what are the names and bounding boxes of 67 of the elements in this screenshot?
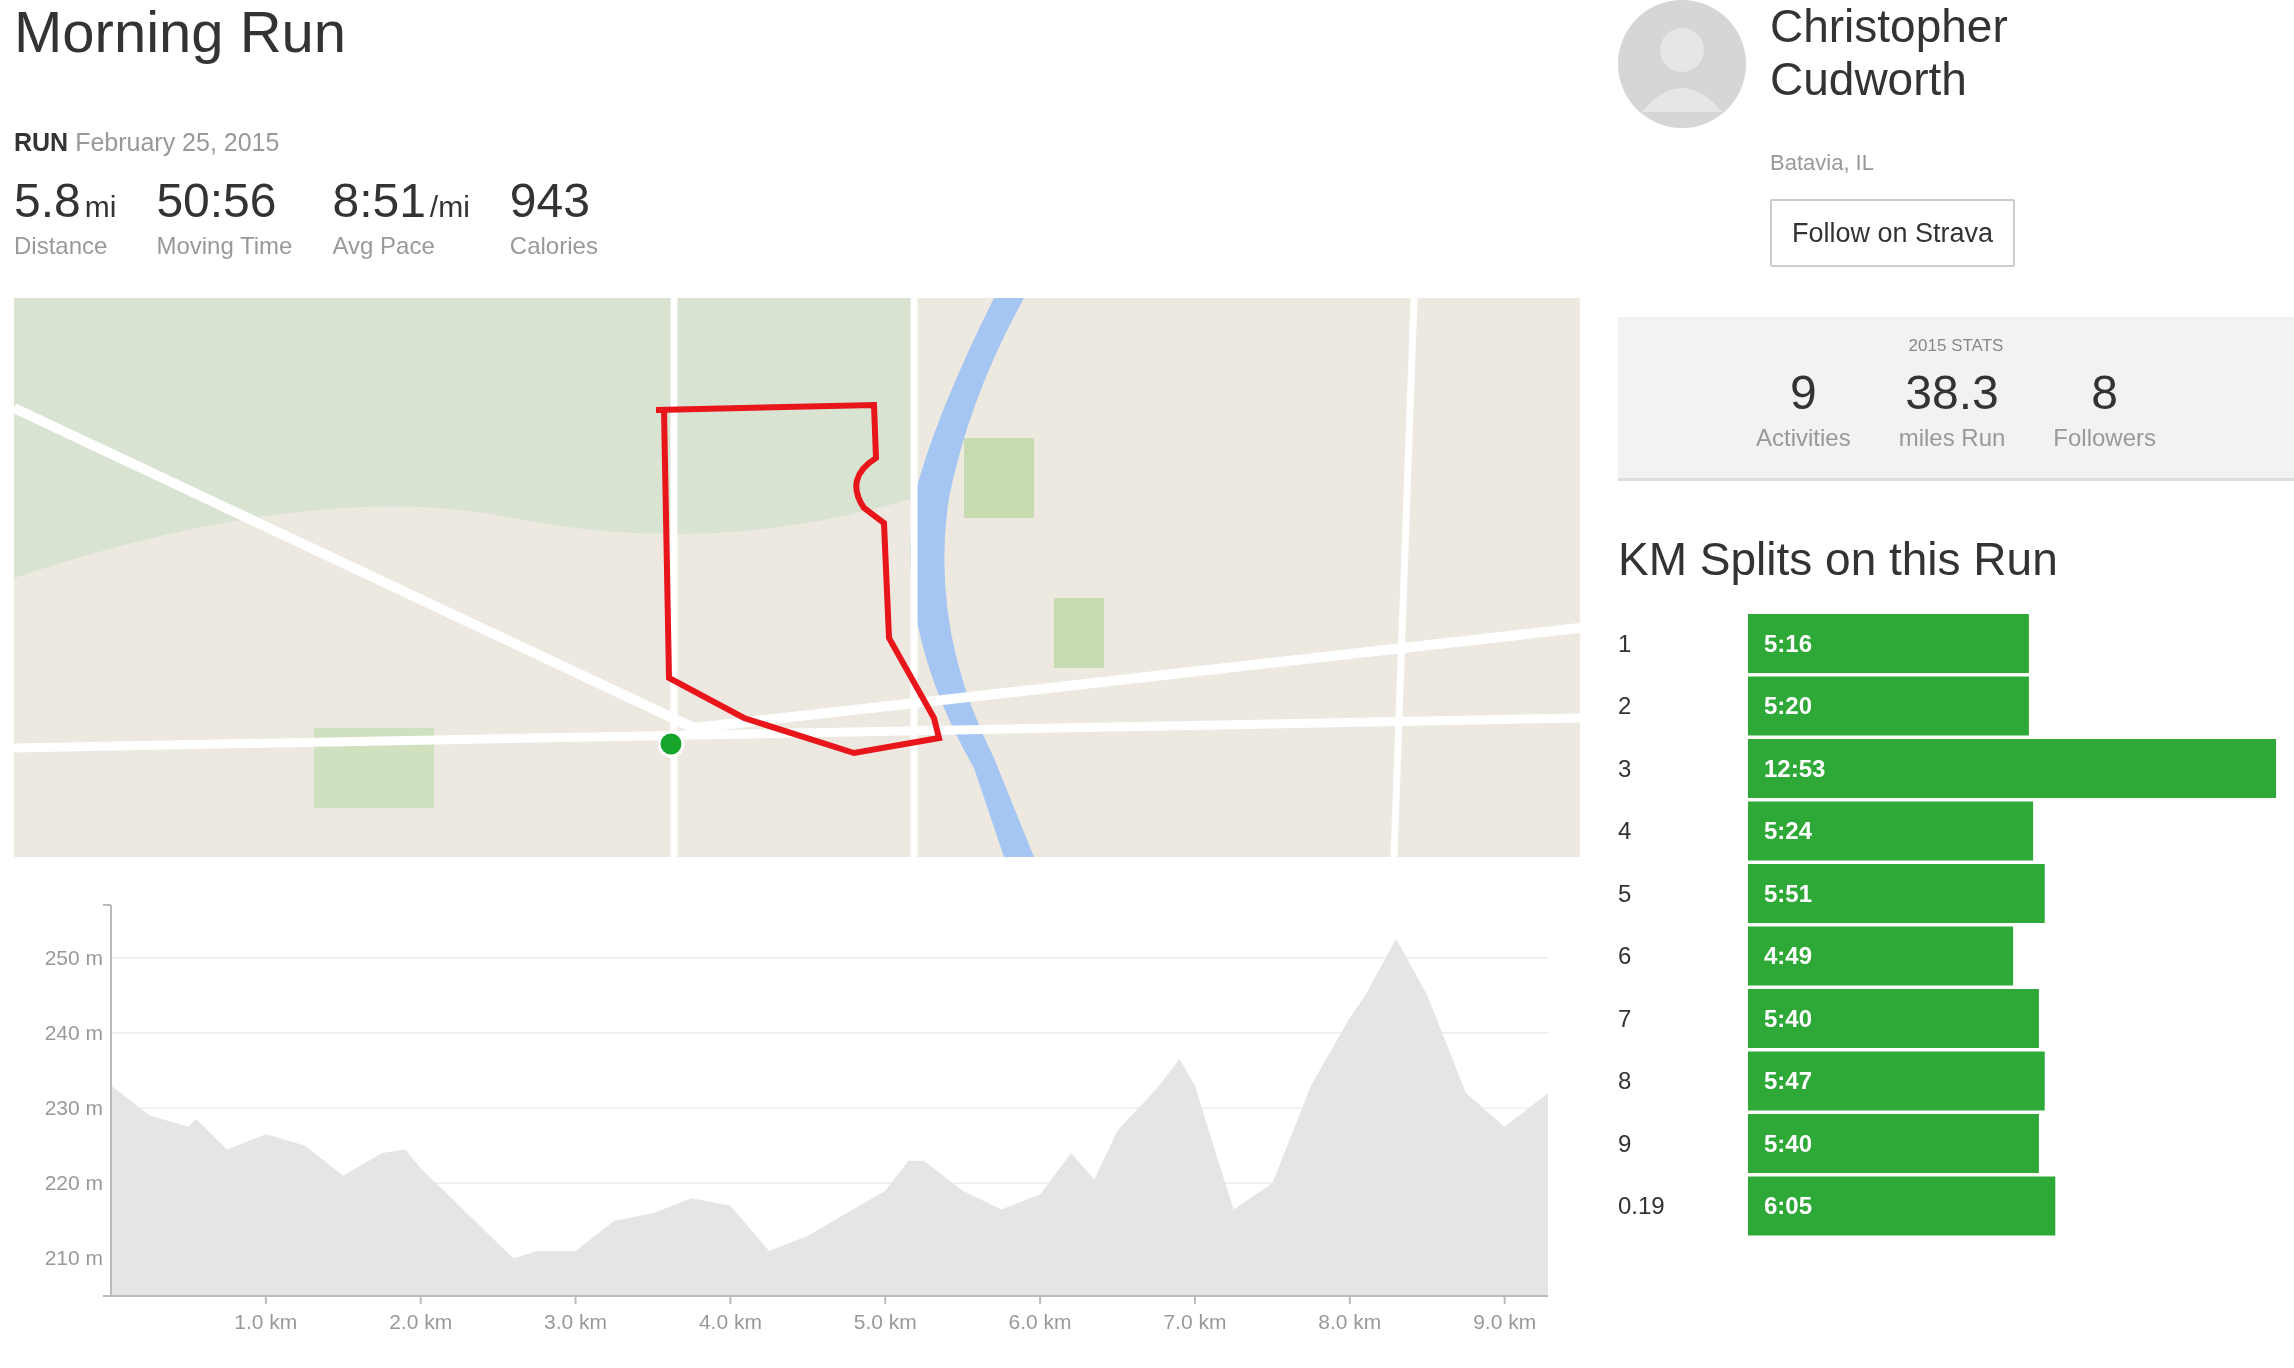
value-label: 5:16 — [1764, 629, 1813, 657]
value-label: 5:51 — [1764, 879, 1813, 907]
category-label: 1 — [1618, 629, 1632, 657]
athlete-name: Christopher Cudworth — [1770, 0, 2009, 106]
category-label: 9 — [1618, 1129, 1632, 1157]
value-label: 6:05 — [1764, 1191, 1813, 1219]
follow-button[interactable]: Follow on Strava — [1770, 198, 2016, 268]
stat-value: 38.3 — [1904, 366, 2000, 420]
x-tick — [419, 1295, 422, 1306]
x-tick-label: 3.0 km — [544, 1310, 608, 1334]
y-tick-label: 230 m — [44, 1096, 103, 1120]
stat-label: Moving Time — [156, 231, 293, 262]
x-tick-label: 4.0 km — [698, 1310, 762, 1334]
activity-date: February 25, 2015 — [75, 127, 280, 156]
category-label: 5 — [1618, 879, 1632, 907]
y-tick-label: 210 m — [44, 1246, 103, 1270]
x-tick-label: 6.0 km — [1008, 1310, 1072, 1334]
value-label: 5:40 — [1764, 1129, 1813, 1157]
value-label: 5:40 — [1764, 1004, 1813, 1032]
stat-value: 8 — [2090, 366, 2120, 420]
value-label: 4:49 — [1764, 941, 1813, 969]
y-tick-label: 220 m — [44, 1171, 103, 1195]
category-label: 0.19 — [1618, 1191, 1665, 1219]
stat-label: Distance — [14, 231, 109, 262]
value-label: 5:47 — [1764, 1066, 1813, 1094]
x-tick — [729, 1295, 732, 1306]
category-label: 7 — [1618, 1004, 1632, 1032]
stat-label: Activities — [1755, 422, 1851, 453]
x-tick — [1348, 1295, 1351, 1306]
stats-title: 2015 STATS — [1907, 335, 2005, 358]
category-label: 4 — [1618, 816, 1632, 844]
stat-label: Followers — [2053, 422, 2157, 453]
activity-title: Morning Run — [14, 0, 348, 64]
category-label: 8 — [1618, 1066, 1632, 1094]
stat-value: 5.8 — [14, 175, 81, 229]
activity-type: RUN — [14, 127, 69, 156]
athlete-location: Batavia, IL — [1770, 148, 1874, 177]
category-label: 6 — [1618, 941, 1632, 969]
y-tick-label: 240 m — [44, 1020, 103, 1044]
y-tick-label: 250 m — [44, 945, 103, 969]
value-label: 5:20 — [1764, 691, 1813, 719]
stat-label: miles Run — [1898, 422, 2006, 453]
x-tick — [1193, 1295, 1196, 1306]
x-tick-label: 2.0 km — [389, 1310, 453, 1334]
x-tick — [264, 1295, 267, 1306]
stat-value: 50:56 — [156, 175, 277, 229]
x-tick-label: 8.0 km — [1318, 1310, 1382, 1334]
x-tick-label: 1.0 km — [234, 1310, 298, 1334]
stat-label: Avg Pace — [332, 231, 436, 262]
value-label: 5:24 — [1764, 816, 1813, 844]
stat-unit: mi — [84, 190, 117, 224]
stat-value: 943 — [509, 175, 590, 229]
x-tick — [884, 1295, 887, 1306]
stat-value: 9 — [1788, 366, 1818, 420]
stat-value: 8:51 — [332, 175, 426, 229]
x-tick-label: 7.0 km — [1163, 1310, 1227, 1334]
x-tick-label: 5.0 km — [853, 1310, 917, 1334]
x-tick — [1503, 1295, 1506, 1306]
category-label: 2 — [1618, 691, 1632, 719]
x-tick — [574, 1295, 577, 1306]
x-tick — [1039, 1295, 1042, 1306]
value-label: 12:53 — [1764, 754, 1826, 782]
stat-label: Calories — [509, 231, 598, 262]
chart-title: KM Splits on this Run — [1618, 531, 2059, 587]
category-label: 3 — [1618, 754, 1632, 782]
x-tick-label: 9.0 km — [1473, 1310, 1537, 1334]
stat-unit: /mi — [429, 190, 470, 224]
